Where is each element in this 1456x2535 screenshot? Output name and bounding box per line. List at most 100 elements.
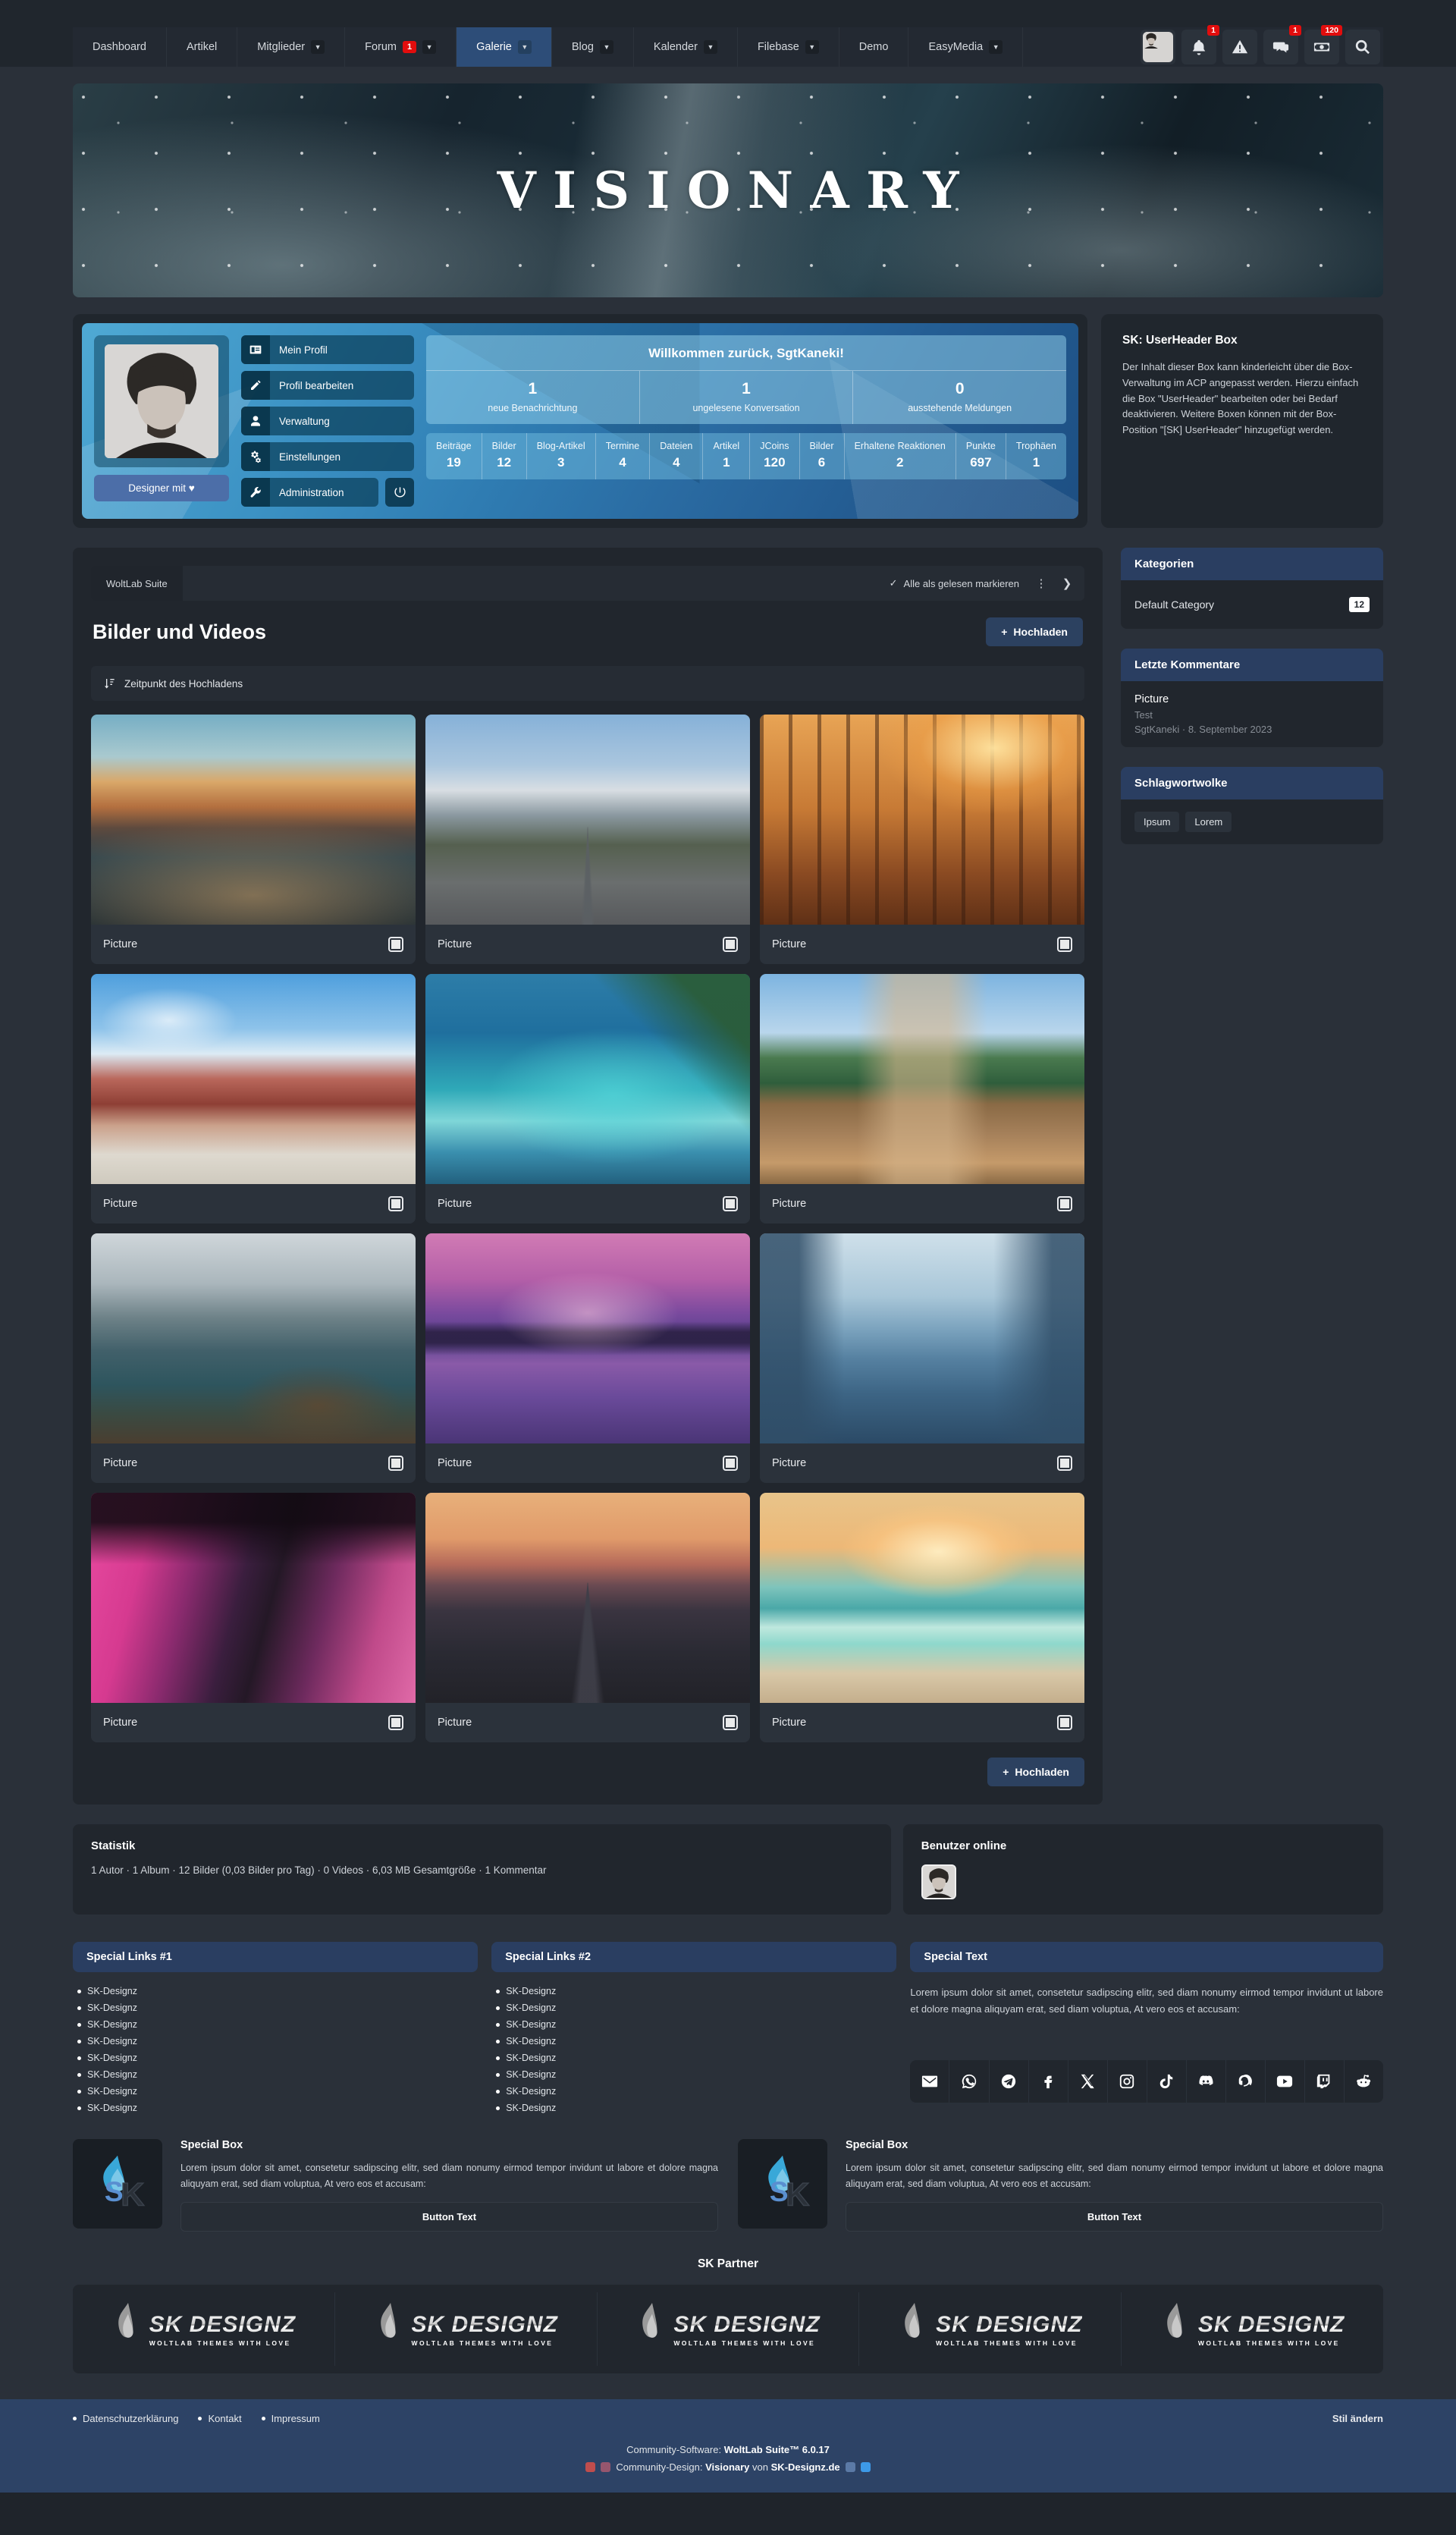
partner-logo[interactable]: SK DESIGNZWOLTLAB THEMES WITH LOVE: [1122, 2292, 1383, 2366]
image-checkbox[interactable]: [723, 1715, 738, 1730]
stat-reaktionen[interactable]: Erhaltene Reaktionen2: [845, 433, 956, 479]
breadcrumb[interactable]: WoltLab Suite: [91, 566, 183, 601]
nav-blog[interactable]: Blog▼: [552, 27, 634, 67]
image-title[interactable]: Picture: [103, 1198, 137, 1210]
link-item[interactable]: SK-Designz: [496, 2066, 896, 2083]
jcoins-button[interactable]: 120: [1304, 30, 1339, 64]
image-title[interactable]: Picture: [772, 1198, 806, 1210]
nav-demo[interactable]: Demo: [839, 27, 909, 67]
gallery-image[interactable]: [425, 715, 750, 925]
stat-blog-artikel[interactable]: Blog-Artikel3: [527, 433, 596, 479]
more-options-icon[interactable]: ⋮: [1030, 572, 1053, 595]
image-checkbox[interactable]: [388, 1456, 403, 1471]
link-item[interactable]: SK-Designz: [496, 2083, 896, 2100]
link-item[interactable]: SK-Designz: [77, 2083, 478, 2100]
image-title[interactable]: Picture: [438, 938, 472, 950]
youtube-button[interactable]: [1266, 2060, 1305, 2103]
partner-logo[interactable]: SK DESIGNZWOLTLAB THEMES WITH LOVE: [859, 2292, 1122, 2366]
whatsapp-button[interactable]: [949, 2060, 989, 2103]
profil-bearbeiten-button[interactable]: Profil bearbeiten: [241, 371, 414, 400]
teamspeak-button[interactable]: [1226, 2060, 1266, 2103]
twitch-button[interactable]: [1305, 2060, 1345, 2103]
discord-button[interactable]: [1187, 2060, 1226, 2103]
image-title[interactable]: Picture: [103, 1717, 137, 1729]
gallery-image[interactable]: [91, 1233, 416, 1443]
gallery-image[interactable]: [760, 1233, 1084, 1443]
mark-all-read-button[interactable]: ✓Alle als gelesen markieren: [882, 577, 1027, 589]
nav-artikel[interactable]: Artikel: [167, 27, 237, 67]
verwaltung-button[interactable]: Verwaltung: [241, 407, 414, 435]
link-item[interactable]: SK-Designz: [77, 2066, 478, 2083]
nav-dashboard[interactable]: Dashboard: [73, 27, 167, 67]
footer-link-kontakt[interactable]: Kontakt: [198, 2413, 241, 2424]
image-checkbox[interactable]: [388, 937, 403, 952]
special-box-button[interactable]: Button Text: [180, 2202, 718, 2232]
comment-image-title[interactable]: Picture: [1134, 693, 1370, 705]
link-item[interactable]: SK-Designz: [496, 2016, 896, 2033]
image-title[interactable]: Picture: [103, 938, 137, 950]
image-checkbox[interactable]: [723, 1196, 738, 1211]
stat-trophaeen[interactable]: Trophäen1: [1006, 433, 1066, 479]
link-item[interactable]: SK-Designz: [77, 2016, 478, 2033]
stat-punkte[interactable]: Punkte697: [956, 433, 1006, 479]
logout-button[interactable]: [385, 478, 414, 507]
image-title[interactable]: Picture: [438, 1198, 472, 1210]
stat-termine[interactable]: Termine4: [596, 433, 651, 479]
moderation-button[interactable]: [1222, 30, 1257, 64]
gallery-image[interactable]: [425, 974, 750, 1184]
nav-galerie[interactable]: Galerie▼: [457, 27, 552, 67]
tiktok-button[interactable]: [1147, 2060, 1187, 2103]
link-item[interactable]: SK-Designz: [77, 2050, 478, 2066]
footer-link-impressum[interactable]: Impressum: [262, 2413, 320, 2424]
link-item[interactable]: SK-Designz: [77, 1999, 478, 2016]
gallery-image[interactable]: [91, 974, 416, 1184]
image-checkbox[interactable]: [388, 1196, 403, 1211]
image-title[interactable]: Picture: [438, 1457, 472, 1469]
upload-button[interactable]: +Hochladen: [986, 617, 1083, 646]
nav-kalender[interactable]: Kalender▼: [634, 27, 738, 67]
partner-logo[interactable]: SK DESIGNZWOLTLAB THEMES WITH LOVE: [335, 2292, 598, 2366]
link-item[interactable]: SK-Designz: [77, 2033, 478, 2050]
nav-mitglieder[interactable]: Mitglieder▼: [237, 27, 345, 67]
einstellungen-button[interactable]: Einstellungen: [241, 442, 414, 471]
gallery-image[interactable]: [425, 1233, 750, 1443]
conversations-button[interactable]: 1: [1263, 30, 1298, 64]
notifications-button[interactable]: 1: [1181, 30, 1216, 64]
image-title[interactable]: Picture: [772, 938, 806, 950]
link-item[interactable]: SK-Designz: [77, 2100, 478, 2116]
gallery-image[interactable]: [91, 715, 416, 925]
stat-dateien[interactable]: Dateien4: [650, 433, 703, 479]
gallery-image[interactable]: [760, 974, 1084, 1184]
link-item[interactable]: SK-Designz: [496, 2100, 896, 2116]
image-checkbox[interactable]: [723, 937, 738, 952]
email-button[interactable]: [910, 2060, 949, 2103]
image-title[interactable]: Picture: [438, 1717, 472, 1729]
stat-bilder-2[interactable]: Bilder6: [800, 433, 845, 479]
link-item[interactable]: SK-Designz: [496, 1999, 896, 2016]
partner-logo[interactable]: SK DESIGNZWOLTLAB THEMES WITH LOVE: [73, 2292, 335, 2366]
gallery-image[interactable]: [760, 1493, 1084, 1703]
gallery-image[interactable]: [425, 1493, 750, 1703]
welcome-stat-notifications[interactable]: 1 neue Benachrichtung: [426, 371, 640, 424]
stat-beitraege[interactable]: Beiträge19: [426, 433, 482, 479]
special-box-button[interactable]: Button Text: [846, 2202, 1383, 2232]
link-item[interactable]: SK-Designz: [77, 1983, 478, 1999]
facebook-button[interactable]: [1029, 2060, 1068, 2103]
stat-jcoins[interactable]: JCoins120: [750, 433, 799, 479]
x-twitter-button[interactable]: [1068, 2060, 1108, 2103]
tag-lorem[interactable]: Lorem: [1185, 812, 1232, 832]
link-item[interactable]: SK-Designz: [496, 1983, 896, 1999]
partner-logo[interactable]: SK DESIGNZWOLTLAB THEMES WITH LOVE: [598, 2292, 860, 2366]
upload-button-bottom[interactable]: +Hochladen: [987, 1758, 1084, 1786]
category-item[interactable]: Default Category 12: [1134, 592, 1370, 617]
link-item[interactable]: SK-Designz: [496, 2033, 896, 2050]
online-user-avatar[interactable]: [921, 1864, 956, 1899]
welcome-stat-reports[interactable]: 0 ausstehende Meldungen: [853, 371, 1066, 424]
administration-button[interactable]: Administration: [241, 478, 378, 507]
stat-artikel[interactable]: Artikel1: [703, 433, 750, 479]
sort-bar[interactable]: Zeitpunkt des Hochladens: [91, 666, 1084, 701]
design-site-link[interactable]: SK-Designz.de: [771, 2461, 840, 2473]
image-checkbox[interactable]: [1057, 1196, 1072, 1211]
chevron-right-icon[interactable]: ❯: [1056, 572, 1078, 595]
image-checkbox[interactable]: [1057, 937, 1072, 952]
